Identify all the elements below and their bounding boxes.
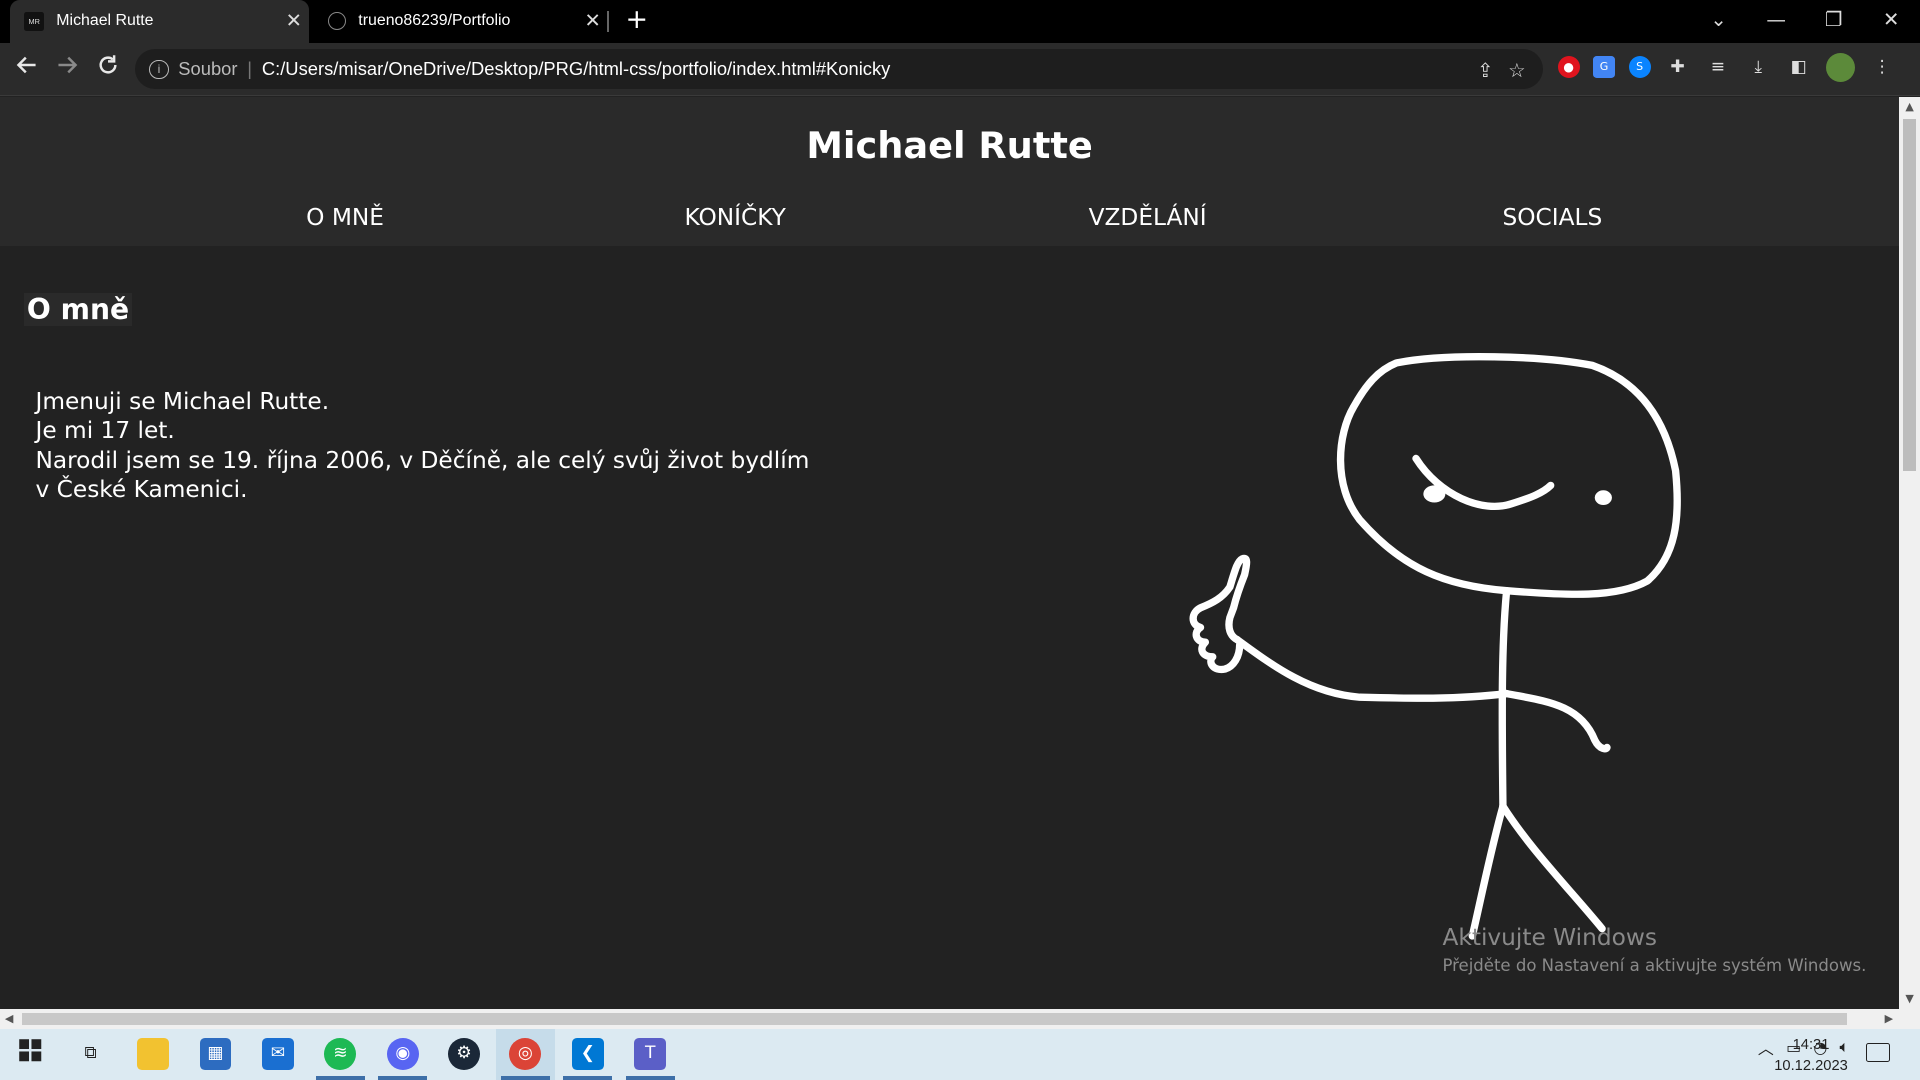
windows-logo-icon bbox=[19, 1039, 42, 1062]
side-panel-icon[interactable]: ◧ bbox=[1785, 54, 1812, 81]
extensions-bar: ● G S ✚ ≡ ⤓ ◧ ⋮ bbox=[1557, 52, 1896, 82]
window-controls: ⌄ — ❐ ✕ bbox=[1690, 0, 1920, 43]
translate-extension-icon[interactable]: G bbox=[1593, 56, 1616, 79]
url-text[interactable]: C:/Users/misar/OneDrive/Desktop/PRG/html… bbox=[262, 58, 891, 80]
running-indicator bbox=[563, 1076, 613, 1080]
running-indicator bbox=[315, 1076, 365, 1080]
tab-close-icon[interactable]: ✕ bbox=[279, 9, 308, 33]
back-button[interactable] bbox=[12, 54, 41, 83]
discord-icon[interactable]: ◉ bbox=[386, 1038, 419, 1071]
nav-link-vzdelani[interactable]: VZDĚLÁNÍ bbox=[1089, 204, 1207, 231]
github-icon bbox=[328, 12, 347, 31]
info-icon[interactable]: i bbox=[149, 59, 169, 79]
share-icon[interactable]: ⇪ bbox=[1477, 59, 1493, 83]
tab-michael-rutte[interactable]: MR Michael Rutte ✕ bbox=[9, 0, 309, 43]
tab-divider bbox=[607, 11, 609, 32]
file-explorer-icon[interactable] bbox=[137, 1038, 169, 1071]
address-bar[interactable]: i Soubor | C:/Users/misar/OneDrive/Deskt… bbox=[134, 48, 1543, 90]
tab-close-icon[interactable]: ✕ bbox=[578, 9, 607, 33]
notification-icon[interactable] bbox=[1866, 1043, 1891, 1063]
tab-bar: MR Michael Rutte ✕ trueno86239/Portfolio… bbox=[0, 0, 1920, 43]
clock-time: 14:31 bbox=[1792, 1036, 1830, 1053]
scrollbar-corner bbox=[1899, 1008, 1920, 1029]
site-header: Michael Rutte O MNĚ KONÍČKY VZDĚLÁNÍ SOC… bbox=[0, 96, 1900, 247]
watermark-title: Aktivujte Windows bbox=[1442, 924, 1657, 952]
nav-link-o-mne[interactable]: O MNĚ bbox=[306, 204, 384, 231]
site-favicon-icon: MR bbox=[24, 11, 45, 32]
omnibox-actions: ⇪ ☆ bbox=[1477, 59, 1526, 83]
close-window-button[interactable]: ✕ bbox=[1862, 0, 1920, 43]
vscode-icon[interactable]: ❮ bbox=[571, 1038, 604, 1071]
spotify-icon[interactable]: ≋ bbox=[324, 1038, 357, 1071]
shazam-extension-icon[interactable]: S bbox=[1628, 56, 1651, 79]
arrow-right-icon bbox=[58, 56, 78, 74]
browser-toolbar: i Soubor | C:/Users/misar/OneDrive/Deskt… bbox=[0, 42, 1920, 97]
windows-taskbar: ⧉ ▦ ✉ ≋ ◉ ⚙ ◎ ❮ T ︿ ▭ ◔ 🔈︎ 14:31 10.12.2… bbox=[0, 1028, 1920, 1080]
about-line: Narodil jsem se 19. října 2006, v Děčíně… bbox=[35, 446, 810, 474]
tab-title: Michael Rutte bbox=[56, 12, 154, 30]
new-tab-button[interactable]: + bbox=[622, 4, 651, 35]
running-indicator bbox=[625, 1076, 675, 1080]
about-line: Jmenuji se Michael Rutte. bbox=[35, 387, 330, 415]
nav-link-socials[interactable]: SOCIALS bbox=[1502, 204, 1602, 231]
tab-github-portfolio[interactable]: trueno86239/Portfolio ✕ bbox=[313, 0, 607, 43]
section-heading: O mně bbox=[24, 292, 132, 326]
taskbar-clock[interactable]: 14:31 10.12.2023 bbox=[1772, 1035, 1850, 1077]
reload-icon bbox=[99, 55, 117, 74]
tab-search-button[interactable]: ⌄ bbox=[1690, 0, 1748, 43]
about-line: v České Kamenici. bbox=[35, 476, 248, 504]
scroll-right-arrow-icon[interactable]: ▶ bbox=[1885, 1009, 1893, 1029]
web-page: Michael Rutte O MNĚ KONÍČKY VZDĚLÁNÍ SOC… bbox=[0, 96, 1900, 1009]
minimize-button[interactable]: — bbox=[1747, 0, 1805, 43]
menu-kebab-icon[interactable]: ⋮ bbox=[1869, 54, 1896, 81]
download-icon[interactable]: ⤓ bbox=[1745, 54, 1772, 81]
scheme-label: Soubor bbox=[178, 58, 238, 80]
scroll-up-arrow-icon[interactable]: ▲ bbox=[1899, 100, 1920, 113]
arrow-left-icon bbox=[16, 56, 36, 74]
tab-title: trueno86239/Portfolio bbox=[358, 12, 511, 30]
nav-link-konicky[interactable]: KONÍČKY bbox=[684, 204, 785, 231]
reload-button[interactable] bbox=[93, 54, 122, 83]
vertical-scrollbar[interactable]: ▲ ▼ bbox=[1899, 96, 1920, 1009]
scrollbar-thumb[interactable] bbox=[1902, 118, 1917, 472]
scroll-down-arrow-icon[interactable]: ▼ bbox=[1899, 992, 1920, 1005]
windows-activation-watermark: Aktivujte Windows Přejděte do Nastavení … bbox=[1442, 924, 1866, 975]
task-view-icon[interactable]: ⧉ bbox=[75, 1038, 107, 1070]
restore-button[interactable]: ❐ bbox=[1805, 0, 1863, 43]
site-nav: O MNĚ KONÍČKY VZDĚLÁNÍ SOCIALS bbox=[0, 204, 1899, 241]
forward-button[interactable] bbox=[53, 54, 82, 83]
bookmark-star-icon[interactable]: ☆ bbox=[1508, 59, 1526, 83]
running-indicator bbox=[500, 1076, 550, 1080]
adblock-extension-icon[interactable]: ● bbox=[1557, 56, 1580, 79]
horizontal-scrollbar[interactable]: ◀ ▶ bbox=[0, 1008, 1900, 1029]
scroll-left-arrow-icon[interactable]: ◀ bbox=[5, 1009, 13, 1029]
about-line: Je mi 17 let. bbox=[35, 417, 175, 445]
mail-icon[interactable]: ✉ bbox=[262, 1038, 294, 1071]
address-separator: | bbox=[247, 58, 253, 80]
scrollbar-thumb[interactable] bbox=[22, 1012, 1847, 1025]
puzzle-extensions-icon[interactable]: ✚ bbox=[1664, 54, 1691, 81]
steam-icon[interactable]: ⚙ bbox=[448, 1038, 480, 1071]
watermark-subtitle: Přejděte do Nastavení a aktivujte systém… bbox=[1442, 956, 1867, 976]
start-icon[interactable] bbox=[15, 1038, 47, 1070]
profile-avatar[interactable] bbox=[1825, 52, 1856, 82]
clock-date: 10.12.2023 bbox=[1774, 1057, 1848, 1074]
media-playlist-icon[interactable]: ≡ bbox=[1704, 54, 1731, 81]
teams-icon[interactable]: T bbox=[634, 1038, 667, 1071]
about-text: Jmenuji se Michael Rutte. Je mi 17 let. … bbox=[36, 387, 820, 505]
site-title: Michael Rutte bbox=[806, 123, 1093, 167]
stick-figure-thumbs-up-image bbox=[1189, 352, 1681, 940]
running-indicator bbox=[378, 1076, 428, 1080]
store-icon[interactable]: ▦ bbox=[199, 1038, 232, 1071]
